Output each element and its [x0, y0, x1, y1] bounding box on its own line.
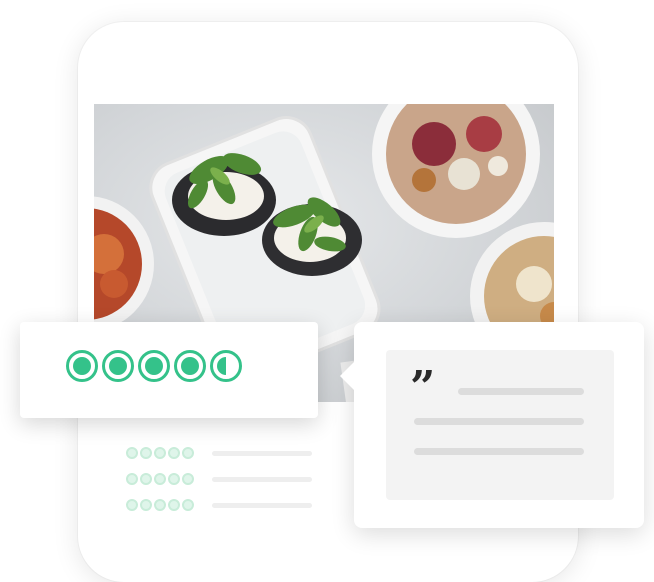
review-row: [126, 466, 312, 492]
mini-bubble-icon: [140, 499, 152, 511]
review-row: [126, 492, 312, 518]
quote-icon: ”: [410, 362, 436, 413]
mini-rating-bubbles: [126, 447, 194, 459]
mini-bubble-icon: [126, 473, 138, 485]
review-text-placeholder: [212, 502, 312, 508]
quote-text-placeholder: [458, 388, 584, 395]
mini-bubble-icon: [154, 473, 166, 485]
mini-bubble-icon: [126, 499, 138, 511]
rating-bubble-full-icon: [66, 350, 98, 382]
rating-bubble-full-icon: [174, 350, 206, 382]
quote-panel: ”: [386, 350, 614, 500]
review-quote-card: ”: [340, 322, 644, 528]
mini-bubble-icon: [140, 447, 152, 459]
mini-rating-bubbles: [126, 473, 194, 485]
rating-bubble-full-icon: [102, 350, 134, 382]
mini-bubble-icon: [140, 473, 152, 485]
quote-text-placeholder: [414, 418, 584, 425]
mini-bubble-icon: [154, 447, 166, 459]
review-list: [126, 440, 312, 518]
quote-text-placeholder: [414, 448, 584, 455]
mini-bubble-icon: [154, 499, 166, 511]
mini-bubble-icon: [182, 447, 194, 459]
review-text-placeholder: [212, 450, 312, 456]
mini-bubble-icon: [168, 499, 180, 511]
review-text-placeholder: [212, 476, 312, 482]
mini-bubble-icon: [168, 447, 180, 459]
mini-bubble-icon: [182, 473, 194, 485]
mini-rating-bubbles: [126, 499, 194, 511]
rating-card: [20, 322, 318, 418]
mini-bubble-icon: [168, 473, 180, 485]
review-row: [126, 440, 312, 466]
mini-bubble-icon: [126, 447, 138, 459]
mini-bubble-icon: [182, 499, 194, 511]
rating-bubble-full-icon: [138, 350, 170, 382]
rating-bubbles: [66, 350, 242, 382]
rating-bubble-half-icon: [210, 350, 242, 382]
